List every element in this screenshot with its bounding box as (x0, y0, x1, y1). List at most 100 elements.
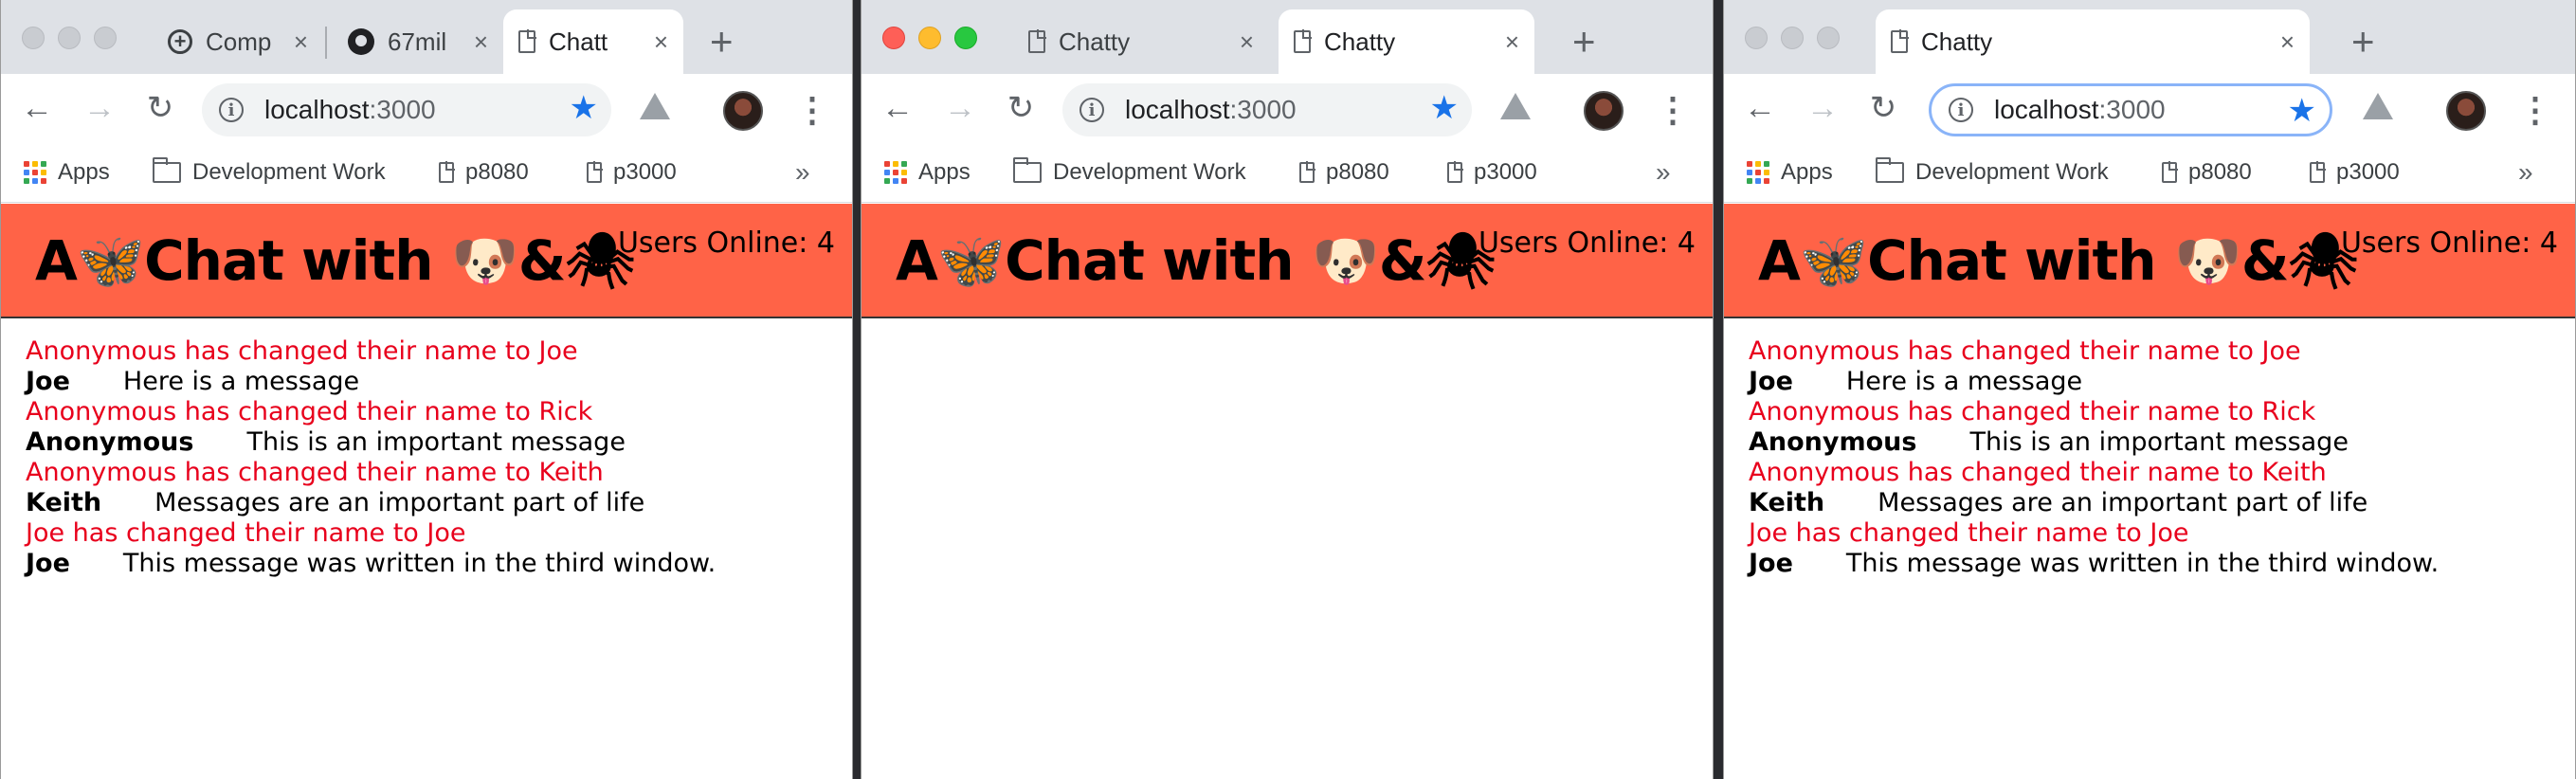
tab-chatty-active[interactable]: Chatty × (1279, 9, 1534, 74)
address-bar[interactable]: i localhost:3000 ★ (1062, 83, 1472, 136)
page-icon (1891, 29, 1909, 53)
bookmark-label: Apps (58, 159, 110, 185)
avatar[interactable] (1584, 91, 1624, 131)
message-username: Keith (26, 488, 102, 517)
bookmark-p3000[interactable]: p3000 (587, 159, 677, 186)
bookmarks-overflow-button[interactable]: » (1656, 157, 1671, 188)
bookmark-apps[interactable]: Apps (1747, 159, 1833, 186)
reload-button[interactable]: ↻ (139, 87, 181, 129)
menu-icon[interactable]: ⋮ (1656, 89, 1690, 131)
bookmark-star-icon[interactable]: ★ (570, 89, 598, 127)
minimize-window-button[interactable] (58, 27, 81, 49)
url-port: :3000 (1229, 95, 1297, 124)
tab-title: Chatt (549, 27, 608, 56)
info-icon[interactable]: i (1949, 98, 1973, 122)
close-window-button[interactable] (22, 27, 45, 49)
bookmark-apps[interactable]: Apps (884, 159, 971, 186)
back-button[interactable]: ← (1739, 87, 1781, 129)
drive-icon[interactable] (2363, 93, 2393, 119)
zoom-window-button[interactable] (94, 27, 117, 49)
bookmark-development-work[interactable]: Development Work (1875, 157, 2109, 186)
toolbar: ← → ↻ i localhost:3000 ★ ⋮ (1724, 74, 2575, 148)
bookmark-development-work[interactable]: Development Work (152, 157, 386, 186)
new-tab-button[interactable]: + (2351, 19, 2375, 64)
zoom-window-button[interactable] (1817, 27, 1840, 49)
bookmark-star-icon[interactable]: ★ (2288, 92, 2316, 130)
close-icon[interactable]: × (1240, 27, 1254, 57)
page-icon (1028, 29, 1046, 53)
forward-button[interactable]: → (79, 87, 120, 129)
url-port: :3000 (369, 95, 436, 124)
bookmark-p8080[interactable]: p8080 (439, 159, 529, 186)
address-bar[interactable]: i localhost:3000 ★ (1929, 83, 2332, 136)
close-window-button[interactable] (882, 27, 905, 49)
tab-github[interactable]: 67mil × (333, 9, 503, 74)
tab-chatty[interactable]: Chatt × (503, 9, 683, 74)
chat-message: Anonymous This is an important message (26, 427, 843, 458)
message-content: This message was written in the third wi… (1845, 549, 2440, 578)
bookmark-p3000[interactable]: p3000 (2310, 159, 2400, 186)
chat-message: Keith Messages are an important part of l… (1749, 488, 2566, 518)
bookmark-p3000[interactable]: p3000 (1447, 159, 1537, 186)
message-content: This is an important message (246, 427, 626, 457)
back-button[interactable]: ← (877, 87, 918, 129)
reload-button[interactable]: ↻ (1000, 87, 1042, 129)
message-content: This is an important message (1969, 427, 2349, 457)
avatar[interactable] (723, 91, 763, 131)
close-icon[interactable]: × (294, 27, 308, 57)
bookmark-p8080[interactable]: p8080 (2162, 159, 2252, 186)
page-icon (1447, 161, 1463, 183)
bookmark-star-icon[interactable]: ★ (1430, 89, 1459, 127)
forward-button[interactable]: → (1802, 87, 1843, 129)
url-host: localhost (1125, 95, 1230, 124)
close-icon[interactable]: × (654, 27, 668, 57)
users-online-counter: Users Online: 4 (617, 226, 835, 260)
message-username: Joe (1749, 549, 1793, 578)
url-port: :3000 (2098, 95, 2166, 124)
page-icon (587, 161, 603, 183)
reload-button[interactable]: ↻ (1862, 87, 1904, 129)
bookmarks-overflow-button[interactable]: » (795, 157, 810, 188)
message-content: This message was written in the third wi… (122, 549, 717, 578)
bookmarks-bar: Apps Development Work p8080 p3000 » (1, 148, 852, 203)
avatar[interactable] (2446, 91, 2486, 131)
zoom-window-button[interactable] (954, 27, 977, 49)
bookmark-label: p8080 (1326, 159, 1389, 185)
bookmarks-bar: Apps Development Work p8080 p3000 » (862, 148, 1713, 203)
tab-compose[interactable]: + Comp × (153, 9, 323, 74)
tab-chatty-active[interactable]: Chatty × (1876, 9, 2310, 74)
bookmarks-overflow-button[interactable]: » (2518, 157, 2533, 188)
tab-title: Chatty (1059, 27, 1131, 56)
minimize-window-button[interactable] (918, 27, 941, 49)
menu-icon[interactable]: ⋮ (2518, 89, 2552, 131)
new-tab-button[interactable]: + (1572, 19, 1596, 64)
forward-button[interactable]: → (939, 87, 981, 129)
new-tab-button[interactable]: + (710, 19, 734, 64)
users-online-counter: Users Online: 4 (1478, 226, 1696, 260)
bookmark-label: p8080 (465, 159, 529, 185)
bookmark-p8080[interactable]: p8080 (1299, 159, 1389, 186)
tab-title: 67mil (388, 27, 447, 56)
info-icon[interactable]: i (1079, 98, 1104, 122)
message-username: Anonymous (1749, 427, 1917, 457)
apps-icon (884, 161, 907, 184)
message-username: Joe (1749, 367, 1793, 396)
bookmark-apps[interactable]: Apps (24, 159, 110, 186)
address-bar[interactable]: i localhost:3000 ★ (202, 83, 611, 136)
info-icon[interactable]: i (219, 98, 244, 122)
close-icon[interactable]: × (474, 27, 488, 57)
close-window-button[interactable] (1745, 27, 1768, 49)
menu-icon[interactable]: ⋮ (795, 89, 829, 131)
message-content: Here is a message (1845, 367, 2083, 396)
browser-window-right: Chatty × + ← → ↻ i localhost:3000 ★ ⋮ Ap… (1723, 0, 2576, 779)
message-username: Anonymous (26, 427, 194, 457)
drive-icon[interactable] (1500, 93, 1531, 119)
minimize-window-button[interactable] (1781, 27, 1804, 49)
close-icon[interactable]: × (1505, 27, 1519, 57)
close-icon[interactable]: × (2280, 27, 2295, 57)
back-button[interactable]: ← (16, 87, 58, 129)
tab-chatty[interactable]: Chatty × (1013, 9, 1269, 74)
bookmark-development-work[interactable]: Development Work (1012, 157, 1246, 186)
drive-icon[interactable] (640, 93, 670, 119)
chat-header: A🦋Chat with 🐶&🕷 Users Online: 4 (862, 204, 1713, 318)
